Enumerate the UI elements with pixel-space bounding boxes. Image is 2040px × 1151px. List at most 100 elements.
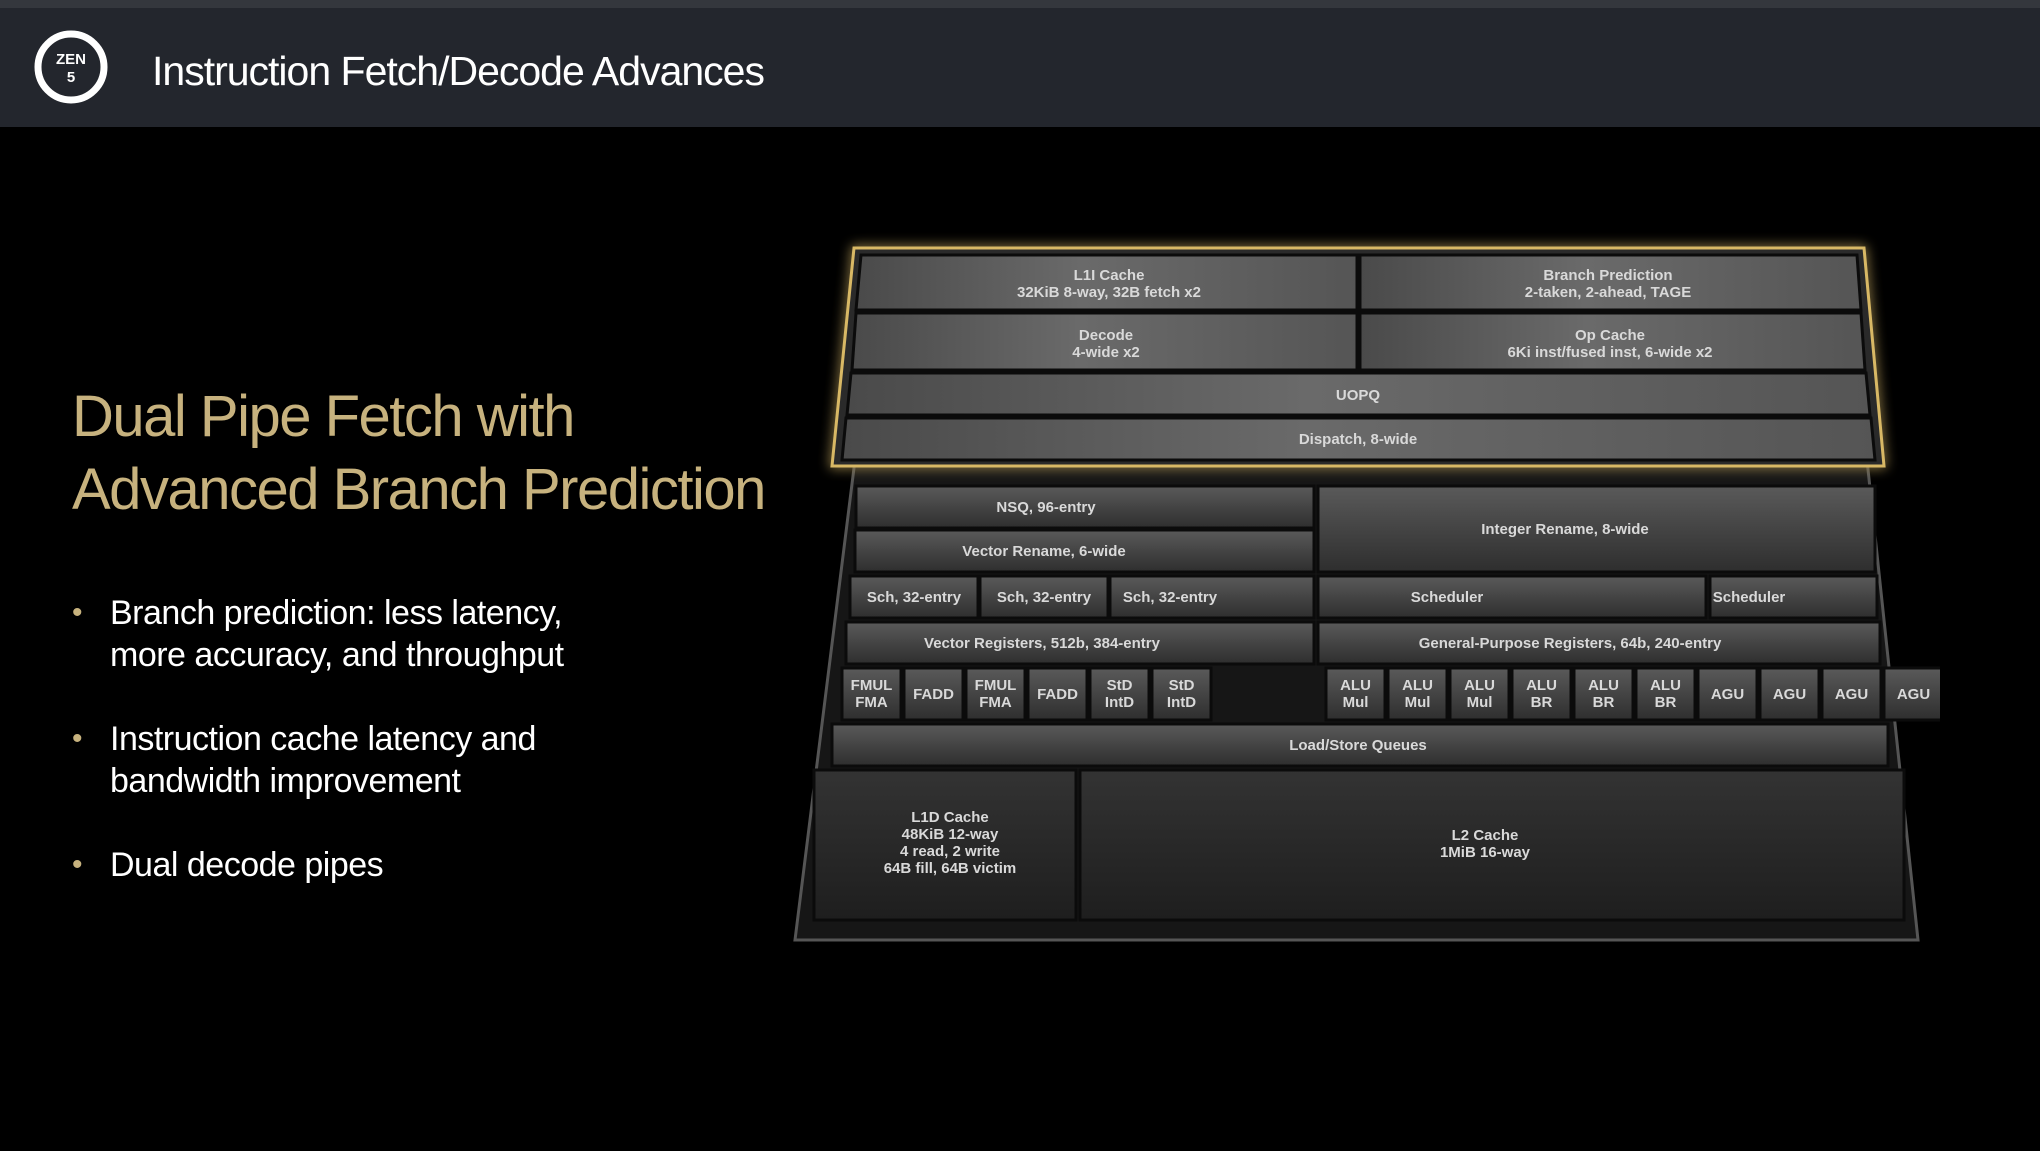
nsq-label: NSQ, 96-entry [996,499,1096,516]
vector-scheduler-3: Sch, 32-entry [1108,574,1316,620]
decode-title: Decode [1079,327,1133,344]
integer-unit-1: ALUMul [1324,666,1387,722]
nsq-block: NSQ, 96-entry [854,484,1316,530]
vector-unit-2: FADD [902,666,965,722]
integer-unit-7: AGU [1696,666,1759,722]
vector-scheduler-2: Sch, 32-entry [978,574,1110,620]
integer-unit-label: ALU [1402,677,1433,694]
bullet-2-line-2: bandwidth improvement [110,762,461,800]
op-cache-detail: 6Ki inst/fused inst, 6-wide x2 [1507,344,1712,361]
bullet-1-line-2: more accuracy, and throughput [110,636,564,674]
bullet-dot-icon: • [72,722,83,755]
integer-unit-label: BR [1531,694,1553,711]
decode-detail: 4-wide x2 [1072,344,1140,361]
vector-unit-label: FADD [1037,686,1078,703]
bullet-dot-icon: • [72,596,83,629]
op-cache-title: Op Cache [1575,327,1645,344]
vector-rename-label: Vector Rename, 6-wide [962,543,1125,560]
integer-unit-label: ALU [1588,677,1619,694]
vector-execution-units: FMULFMA FADDFMULFMA FADDStDIntDStDIntD [840,666,1213,722]
integer-unit-label: ALU [1464,677,1495,694]
decode-block: Decode 4-wide x2 [850,311,1359,372]
vector-unit-label: FADD [913,686,954,703]
bullet-2-line-1: Instruction cache latency and [110,720,536,758]
l1d-cache-block: L1D Cache 48KiB 12-way 4 read, 2 write 6… [812,768,1078,922]
headline-line-1: Dual Pipe Fetch with [72,384,575,449]
integer-execution-units: ALUMulALUMulALUMulALUBRALUBRALUBR AGU AGU A… [1324,666,1940,722]
l1d-cache-ports: 4 read, 2 write [900,843,1000,860]
integer-scheduler-1: Scheduler [1316,574,1708,620]
l2-cache-size: 1MiB 16-way [1440,844,1531,861]
integer-unit-10: AGU [1882,666,1940,722]
op-cache-block: Op Cache 6Ki inst/fused inst, 6-wide x2 [1358,311,1867,372]
vector-scheduler-1: Sch, 32-entry [848,574,980,620]
bullet-item: • Dual decode pipes [72,844,652,886]
integer-unit-label: Mul [1405,694,1431,711]
l2-cache-title: L2 Cache [1452,827,1519,844]
integer-unit-label: AGU [1835,686,1868,703]
core-block-diagram: L1I Cache 32KiB 8-way, 32B fetch x2 Bran… [793,246,1940,942]
bullet-item: • Branch prediction: less latency, more … [72,592,652,676]
vector-scheduler-1-label: Sch, 32-entry [867,589,962,606]
integer-unit-6: ALUBR [1634,666,1697,722]
vector-rename-block: Vector Rename, 6-wide [853,528,1316,574]
logo-text-top: ZEN [56,51,86,68]
integer-unit-label: AGU [1897,686,1930,703]
zen5-logo-icon: ZEN 5 [34,30,108,104]
integer-unit-5: ALUBR [1572,666,1635,722]
vector-unit-label: StD [1169,677,1195,694]
l1d-cache-fill: 64B fill, 64B victim [884,860,1017,877]
branch-prediction-block: Branch Prediction 2-taken, 2-ahead, TAGE [1358,253,1863,312]
integer-unit-label: ALU [1526,677,1557,694]
integer-rename-block: Integer Rename, 8-wide [1316,484,1877,574]
vector-unit-label: IntD [1105,694,1134,711]
bullet-3-line-1: Dual decode pipes [110,846,384,884]
vector-unit-1: FMULFMA [840,666,903,722]
vector-unit-label: FMA [855,694,888,711]
l1i-cache-title: L1I Cache [1074,267,1145,284]
vector-registers-label: Vector Registers, 512b, 384-entry [924,635,1161,652]
vector-unit-label: FMUL [851,677,893,694]
integer-unit-label: ALU [1650,677,1681,694]
bullet-1-line-1: Branch prediction: less latency, [110,594,563,632]
integer-unit-label: AGU [1711,686,1744,703]
load-store-queues-label: Load/Store Queues [1289,737,1427,754]
dispatch-label: Dispatch, 8-wide [1299,431,1417,448]
uopq-label: UOPQ [1336,387,1381,404]
l2-cache-block: L2 Cache 1MiB 16-way [1078,768,1906,922]
bullet-dot-icon: • [72,848,83,881]
vector-unit-label: StD [1107,677,1133,694]
bullet-item: • Instruction cache latency and bandwidt… [72,718,652,802]
integer-unit-2: ALUMul [1386,666,1449,722]
l1i-cache-detail: 32KiB 8-way, 32B fetch x2 [1017,284,1201,301]
uopq-block: UOPQ [845,371,1872,417]
headline: Dual Pipe Fetch with Advanced Branch Pre… [72,380,772,526]
integer-unit-3: ALUMul [1448,666,1511,722]
vector-scheduler-3-label: Sch, 32-entry [1123,589,1218,606]
l1d-cache-title: L1D Cache [911,809,989,826]
gp-registers-block: General-Purpose Registers, 64b, 240-entr… [1316,620,1882,666]
slide-title: Instruction Fetch/Decode Advances [152,48,765,94]
integer-unit-label: Mul [1467,694,1493,711]
headline-line-2: Advanced Branch Prediction [72,457,766,522]
integer-unit-label: BR [1593,694,1615,711]
integer-unit-label: ALU [1340,677,1371,694]
dispatch-block: Dispatch, 8-wide [840,416,1877,462]
branch-prediction-detail: 2-taken, 2-ahead, TAGE [1525,284,1691,301]
header-bar: ZEN 5 Instruction Fetch/Decode Advances [0,0,2040,127]
l1d-cache-size: 48KiB 12-way [902,826,999,843]
load-store-queues-block: Load/Store Queues [830,722,1890,768]
vector-registers-block: Vector Registers, 512b, 384-entry [844,620,1316,666]
l1i-cache-block: L1I Cache 32KiB 8-way, 32B fetch x2 [854,253,1359,312]
vector-unit-label: IntD [1167,694,1196,711]
bullet-list: • Branch prediction: less latency, more … [72,592,652,928]
vector-unit-label: FMA [979,694,1012,711]
logo-text-bottom: 5 [67,69,75,86]
vector-unit-4: FADD [1026,666,1089,722]
vector-unit-5: StDIntD [1088,666,1151,722]
integer-unit-4: ALUBR [1510,666,1573,722]
integer-unit-label: BR [1655,694,1677,711]
vector-unit-3: FMULFMA [964,666,1027,722]
vector-scheduler-2-label: Sch, 32-entry [997,589,1092,606]
integer-unit-label: AGU [1773,686,1806,703]
